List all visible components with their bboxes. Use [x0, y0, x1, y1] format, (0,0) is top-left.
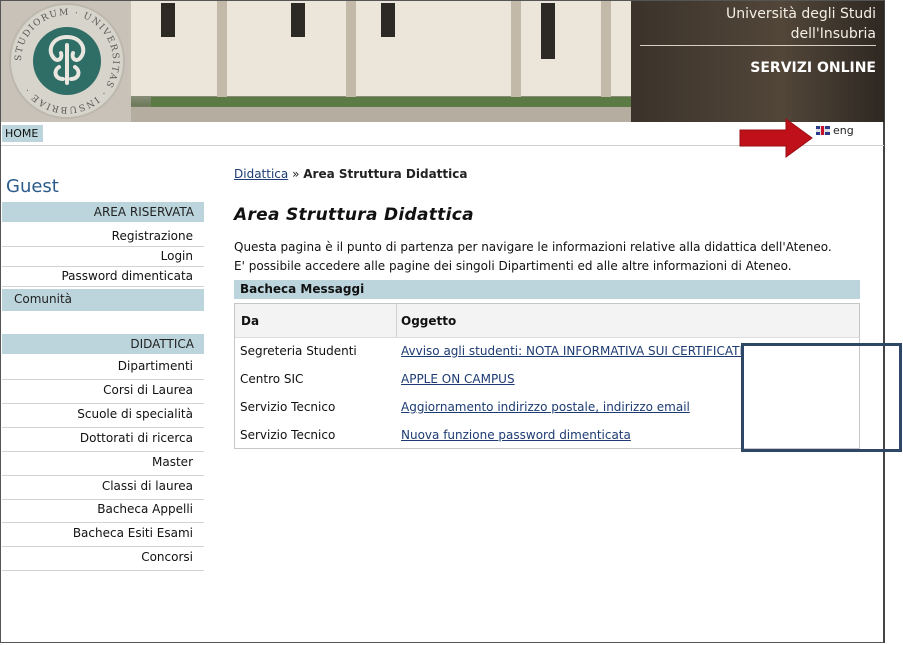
message-subject-link[interactable]: Nuova funzione password dimenticata: [401, 428, 631, 442]
sidebar-item-login[interactable]: Login: [2, 249, 204, 267]
message-sender: Servizio Tecnico: [240, 428, 336, 442]
language-label: eng: [833, 124, 854, 137]
home-link[interactable]: HOME: [2, 125, 44, 142]
university-name: Università degli Studi dell'Insubria: [725, 6, 876, 42]
sidebar-item-password-dimenticata[interactable]: Password dimenticata: [2, 269, 204, 287]
column-header-oggetto: Oggetto: [401, 314, 457, 328]
page-title: Area Struttura Didattica: [234, 205, 474, 225]
user-greeting: Guest: [6, 176, 59, 197]
red-arrow-icon: [739, 118, 813, 158]
sidebar-item-dipartimenti[interactable]: Dipartimenti: [2, 359, 204, 380]
sidebar-item-master[interactable]: Master: [2, 455, 204, 476]
university-seal-logo: STUDIORUM · UNIVERSITAS · INSUBRIAE ·: [9, 3, 125, 119]
sidebar-item-registrazione[interactable]: Registrazione: [2, 229, 204, 247]
sidebar-item-dottorati-di-ricerca[interactable]: Dottorati di ricerca: [2, 431, 204, 452]
breadcrumb-current: Area Struttura Didattica: [303, 167, 468, 181]
message-subject-link[interactable]: Aggiornamento indirizzo postale, indiriz…: [401, 400, 690, 414]
message-subject-link[interactable]: Avviso agli studenti: NOTA INFORMATIVA S…: [401, 344, 743, 358]
sidebar-item-corsi-di-laurea[interactable]: Corsi di Laurea: [2, 383, 204, 404]
sidebar-item-classi-di-laurea[interactable]: Classi di laurea: [2, 479, 204, 500]
message-sender: Centro SIC: [240, 372, 304, 386]
message-sender: Servizio Tecnico: [240, 400, 336, 414]
message-sender: Segreteria Studenti: [240, 344, 357, 358]
didattica-header: DIDATTICA: [2, 334, 204, 354]
column-header-da: Da: [241, 314, 260, 328]
sidebar-item-scuole-di-specialita[interactable]: Scuole di specialità: [2, 407, 204, 428]
intro-text: Questa pagina è il punto di partenza per…: [234, 240, 832, 273]
header-banner: STUDIORUM · UNIVERSITAS · INSUBRIAE · Un…: [1, 1, 884, 122]
breadcrumb-separator: »: [292, 167, 300, 181]
table-header-row: Da Oggetto: [235, 304, 859, 338]
area-riservata-header: AREA RISERVATA: [2, 202, 204, 222]
breadcrumb-link-didattica[interactable]: Didattica: [234, 167, 288, 181]
language-switch[interactable]: eng: [816, 124, 854, 138]
servizi-online-title: SERVIZI ONLINE: [750, 60, 876, 76]
sidebar-item-bacheca-appelli[interactable]: Bacheca Appelli: [2, 502, 204, 523]
highlight-box: [741, 343, 902, 452]
bacheca-messaggi-header: Bacheca Messaggi: [234, 280, 860, 299]
breadcrumb: Didattica » Area Struttura Didattica: [234, 167, 467, 181]
sidebar-item-concorsi[interactable]: Concorsi: [2, 550, 204, 571]
uk-flag-icon: [816, 126, 830, 135]
sidebar-item-bacheca-esiti-esami[interactable]: Bacheca Esiti Esami: [2, 526, 204, 547]
message-subject-link[interactable]: APPLE ON CAMPUS: [401, 372, 515, 386]
sidebar-item-comunita[interactable]: Comunità: [2, 289, 204, 311]
